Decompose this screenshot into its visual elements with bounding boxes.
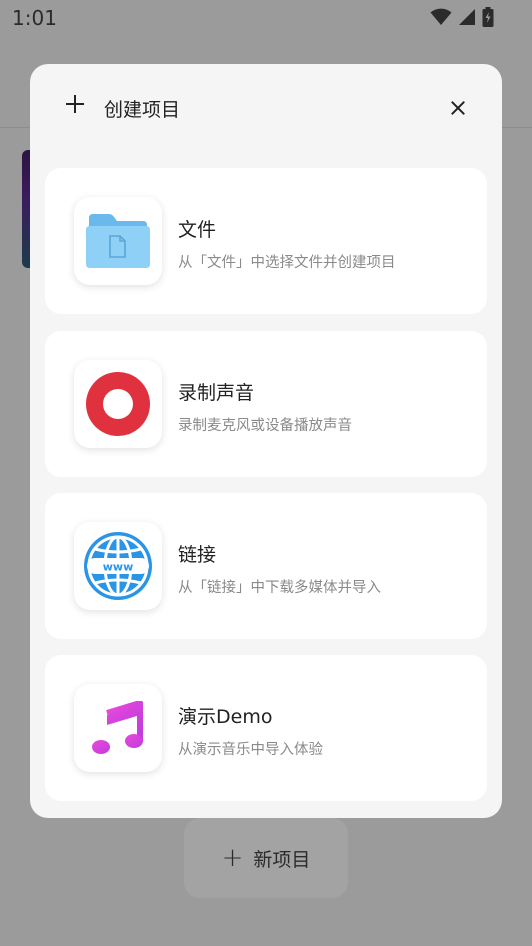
record-icon [86, 372, 150, 436]
globe-www-icon: www [84, 532, 152, 600]
dialog-header: 创建项目 [30, 64, 502, 152]
plus-icon: + [221, 843, 244, 873]
option-link[interactable]: www 链接 从「链接」中下载多媒体并导入 [45, 493, 487, 639]
option-demo-title: 演示Demo [178, 706, 273, 728]
new-project-label: 新项目 [253, 848, 311, 871]
wifi-icon [430, 8, 452, 25]
option-link-icon-tile: www [74, 522, 162, 610]
create-project-dialog: 创建项目 文件 从「文件」中选择文件并创建项目 录制声音 录制麦克风或设备播放声… [30, 64, 502, 818]
option-file-description: 从「文件」中选择文件并创建项目 [178, 255, 396, 271]
battery-icon [482, 7, 494, 27]
status-time: 1:01 [12, 6, 57, 30]
option-record-icon-tile [74, 360, 162, 448]
option-record-description: 录制麦克风或设备播放声音 [178, 418, 352, 434]
svg-text:www: www [103, 561, 134, 574]
status-icons [430, 7, 494, 27]
signal-icon [459, 9, 475, 25]
status-bar: 1:01 [0, 0, 532, 36]
option-link-title: 链接 [178, 544, 217, 566]
option-file-title: 文件 [178, 219, 217, 241]
plus-icon [63, 92, 87, 116]
folder-icon [86, 214, 150, 268]
option-demo-description: 从演示音乐中导入体验 [178, 742, 323, 758]
option-record-audio[interactable]: 录制声音 录制麦克风或设备播放声音 [45, 331, 487, 477]
option-demo-icon-tile [74, 684, 162, 772]
option-demo[interactable]: 演示Demo 从演示音乐中导入体验 [45, 655, 487, 801]
option-file-icon-tile [74, 197, 162, 285]
new-project-button[interactable]: + 新项目 [184, 818, 348, 898]
close-icon[interactable] [446, 96, 470, 120]
option-record-title: 录制声音 [178, 382, 255, 404]
option-link-description: 从「链接」中下载多媒体并导入 [178, 580, 381, 596]
music-note-icon [92, 701, 143, 754]
dialog-title: 创建项目 [104, 99, 181, 121]
option-file[interactable]: 文件 从「文件」中选择文件并创建项目 [45, 168, 487, 314]
